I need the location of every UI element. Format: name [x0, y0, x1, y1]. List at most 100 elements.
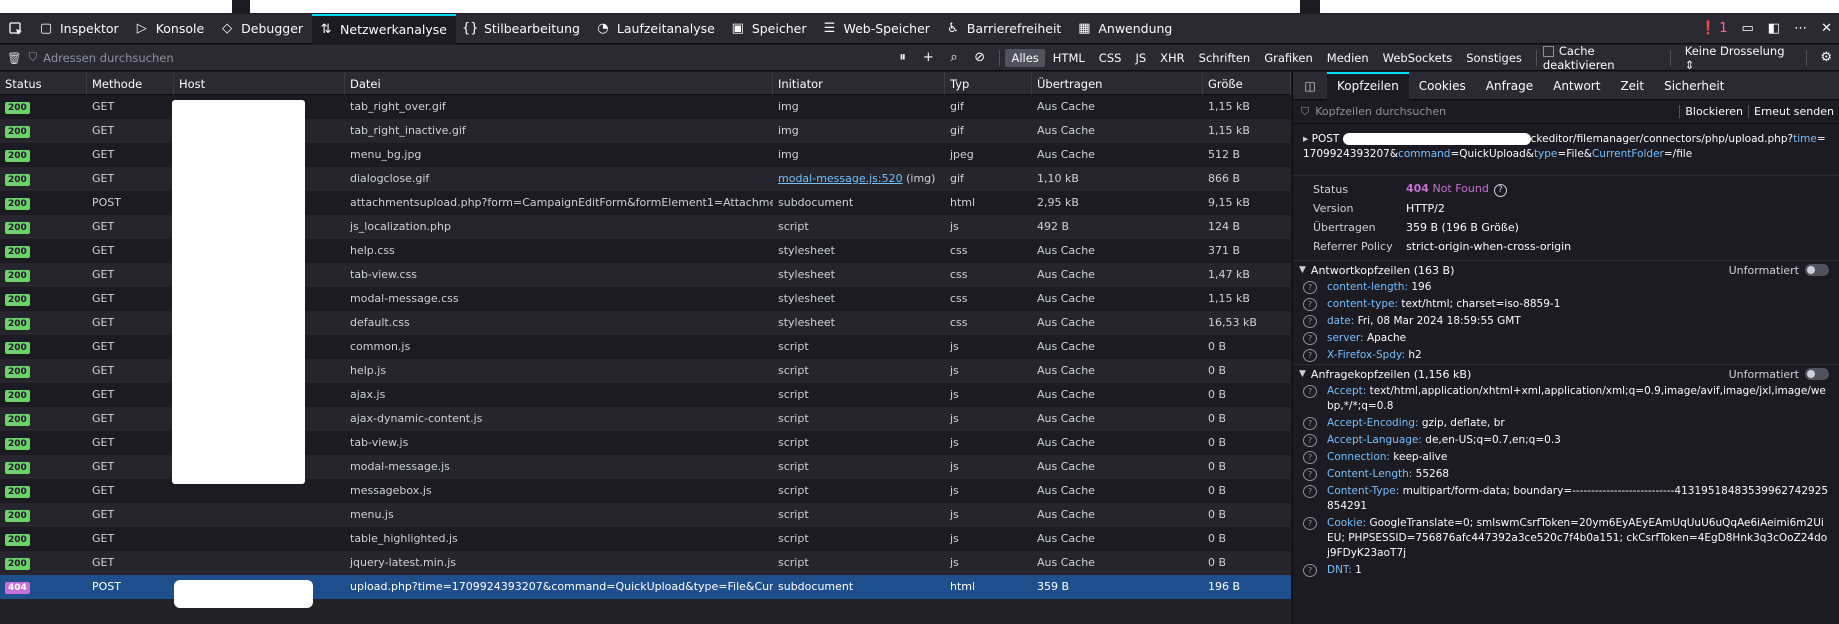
column-header[interactable]: Übertragen — [1032, 72, 1203, 95]
search-icon[interactable]: ⌕ — [941, 50, 967, 65]
error-badge[interactable]: ❗ 1 — [1700, 21, 1727, 36]
header-row[interactable]: ? Content-Length: 55268 — [1293, 466, 1839, 483]
header-row[interactable]: ? Cookie: GoogleTranslate=0; smlswmCsrfTo… — [1293, 515, 1839, 562]
tab-web-speicher[interactable]: ☰ Web-Speicher — [815, 14, 938, 44]
tab-label: Web-Speicher — [843, 21, 930, 36]
help-icon[interactable]: ? — [1303, 332, 1317, 345]
tab-debugger[interactable]: ◇ Debugger — [213, 14, 312, 44]
type-filter-sonstiges[interactable]: Sonstiges — [1460, 49, 1528, 67]
sidebar-toggle-icon[interactable]: ◫ — [1293, 79, 1327, 93]
dock-icon[interactable]: ◧ — [1768, 21, 1780, 36]
column-header[interactable]: Host — [174, 72, 345, 95]
type-filter-html[interactable]: HTML — [1047, 49, 1091, 67]
collapse-arrow-icon[interactable]: ▼ — [1299, 369, 1306, 379]
table-row[interactable]: 200 GET table_highlighted.js script js Aus Ca… — [0, 527, 1291, 551]
help-icon[interactable]: ? — [1303, 417, 1317, 430]
request-headers-section[interactable]: ▼ Anfragekopfzeilen (1,156 kB) Unformati… — [1293, 364, 1839, 383]
cache-disable-toggle[interactable]: Cache deaktivieren — [1542, 44, 1664, 72]
responsive-mode-icon[interactable]: ▭ — [1742, 21, 1754, 36]
help-icon[interactable]: ? — [1303, 564, 1317, 577]
type-filter-css[interactable]: CSS — [1093, 49, 1128, 67]
tab-barrierefreiheit[interactable]: ♿ Barrierefreiheit — [939, 14, 1070, 44]
tab-netzwerkanalyse[interactable]: ⇅ Netzwerkanalyse — [312, 13, 456, 44]
help-icon[interactable]: ? — [1303, 485, 1317, 498]
type-filter-js[interactable]: JS — [1129, 49, 1152, 67]
settings-gear-icon[interactable]: ⚙ — [1813, 50, 1839, 65]
column-header[interactable]: Typ — [945, 72, 1032, 95]
add-icon[interactable]: + — [915, 50, 941, 65]
header-row[interactable]: ? Accept: text/html,application/xhtml+xml… — [1293, 383, 1839, 415]
header-row[interactable]: ? server: Apache — [1293, 330, 1839, 347]
help-icon[interactable]: ? — [1303, 349, 1317, 362]
status-badge: 200 — [5, 534, 30, 546]
tab-speicher[interactable]: ▣ Speicher — [724, 14, 816, 44]
type-filter-alles[interactable]: Alles — [1005, 48, 1045, 67]
column-header[interactable]: Größe — [1203, 72, 1291, 95]
headers-filter-input[interactable]: Kopfzeilen durchsuchen — [1315, 105, 1446, 118]
expand-arrow-icon[interactable]: ▸ — [1303, 133, 1308, 145]
help-icon[interactable]: ? — [1303, 517, 1317, 530]
transferred-cell: Aus Cache — [1037, 316, 1095, 329]
raw-label: Unformatiert — [1728, 263, 1799, 277]
pause-icon[interactable]: ⏸ — [890, 50, 916, 65]
panel-tab-sicherheit[interactable]: Sicherheit — [1654, 72, 1734, 100]
header-row[interactable]: ? DNT: 1 — [1293, 562, 1839, 579]
help-icon[interactable]: ? — [1303, 434, 1317, 447]
response-headers-section[interactable]: ▼ Antwortkopfzeilen (163 B) Unformatiert — [1293, 260, 1839, 279]
header-row[interactable]: ? content-length: 196 — [1293, 279, 1839, 296]
help-icon[interactable]: ? — [1303, 298, 1317, 311]
initiator-text: (img) — [902, 172, 936, 185]
raw-toggle[interactable] — [1805, 368, 1829, 380]
type-filter-xhr[interactable]: XHR — [1154, 49, 1191, 67]
header-row[interactable]: ? Content-Type: multipart/form-data; boun… — [1293, 483, 1839, 515]
tab-inspektor[interactable]: ▢ Inspektor — [32, 14, 128, 44]
help-icon[interactable]: ? — [1493, 184, 1507, 197]
type-filter-schriften[interactable]: Schriften — [1193, 49, 1257, 67]
raw-toggle[interactable] — [1805, 264, 1829, 276]
tab-laufzeitanalyse[interactable]: ◔ Laufzeitanalyse — [589, 14, 724, 44]
header-name: Content-Length: — [1327, 468, 1413, 480]
type-cell: js — [950, 220, 959, 233]
trash-icon[interactable]: 🗑 — [0, 51, 29, 65]
help-icon[interactable]: ? — [1303, 468, 1317, 481]
panel-tab-antwort[interactable]: Antwort — [1543, 72, 1610, 100]
type-filter-websockets[interactable]: WebSockets — [1377, 49, 1459, 67]
help-icon[interactable]: ? — [1303, 281, 1317, 294]
type-filter-medien[interactable]: Medien — [1321, 49, 1375, 67]
header-row[interactable]: ? Connection: keep-alive — [1293, 449, 1839, 466]
block-icon[interactable]: ⊘ — [967, 50, 993, 65]
header-row[interactable]: ? X-Firefox-Spdy: h2 — [1293, 347, 1839, 364]
element-picker-icon[interactable] — [0, 14, 32, 44]
cache-checkbox[interactable] — [1542, 45, 1554, 57]
help-icon[interactable]: ? — [1303, 385, 1317, 398]
close-icon[interactable]: ✕ — [1821, 21, 1832, 36]
tab-anwendung[interactable]: ▦ Anwendung — [1070, 14, 1181, 44]
table-row[interactable]: 200 GET jquery-latest.min.js script js Aus Ca… — [0, 551, 1291, 575]
initiator-link[interactable]: modal-message.js:520 — [778, 172, 903, 185]
tab-stilbearbeitung[interactable]: {} Stilbearbeitung — [456, 14, 589, 44]
panel-tab-anfrage[interactable]: Anfrage — [1476, 72, 1543, 100]
resend-button[interactable]: Erneut senden — [1748, 105, 1839, 118]
table-row[interactable]: 200 GET menu.js script js Aus Cache 0 B — [0, 503, 1291, 527]
throttle-select[interactable]: Keine Drosselung ⇕ — [1677, 44, 1801, 72]
help-icon[interactable]: ? — [1303, 315, 1317, 328]
tab-konsole[interactable]: ▷ Konsole — [128, 14, 213, 44]
panel-tab-kopfzeilen[interactable]: Kopfzeilen — [1327, 72, 1409, 100]
url-filter-input[interactable]: ⛉ Adressen durchsuchen — [29, 50, 890, 65]
header-row[interactable]: ? date: Fri, 08 Mar 2024 18:59:55 GMT — [1293, 313, 1839, 330]
header-row[interactable]: ? Accept-Encoding: gzip, deflate, br — [1293, 415, 1839, 432]
panel-tab-cookies[interactable]: Cookies — [1409, 72, 1476, 100]
column-header[interactable]: Status — [0, 72, 87, 95]
more-icon[interactable]: ⋯ — [1794, 21, 1807, 36]
method-cell: GET — [92, 268, 115, 281]
column-header[interactable]: Methode — [87, 72, 174, 95]
column-header[interactable]: Datei — [345, 72, 773, 95]
block-button[interactable]: Blockieren — [1679, 105, 1748, 118]
header-row[interactable]: ? Accept-Language: de,en-US;q=0.7,en;q=0.… — [1293, 432, 1839, 449]
collapse-arrow-icon[interactable]: ▼ — [1299, 265, 1306, 275]
header-row[interactable]: ? content-type: text/html; charset=iso-88… — [1293, 296, 1839, 313]
column-header[interactable]: Initiator — [773, 72, 945, 95]
help-icon[interactable]: ? — [1303, 451, 1317, 464]
panel-tab-zeit[interactable]: Zeit — [1610, 72, 1654, 100]
type-filter-grafiken[interactable]: Grafiken — [1258, 49, 1319, 67]
